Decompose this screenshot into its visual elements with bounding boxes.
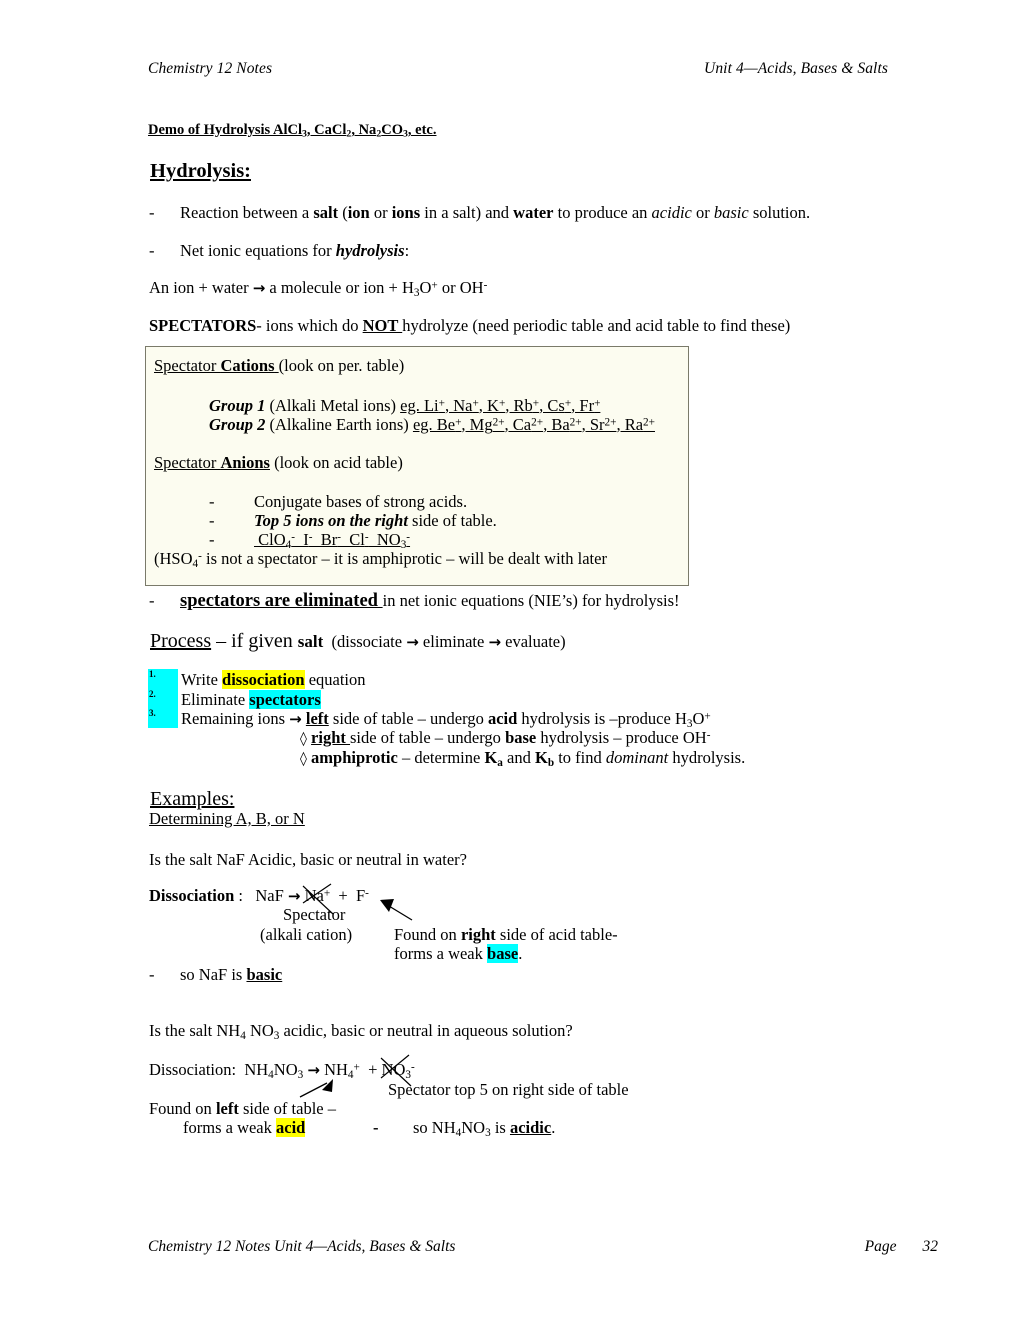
- diamond-icon: ◊: [300, 731, 307, 747]
- example-2-dissociation-line: Dissociation: NH4NO3 → NH4+ + NO3-: [149, 1060, 415, 1081]
- highlight-dissociation: dissociation: [222, 670, 305, 689]
- bullet-text: so NaF is basic: [180, 965, 283, 984]
- example-2-conclusion: so NH4NO3 is acidic.: [413, 1118, 556, 1139]
- demo-heading: Demo of Hydrolysis AlCl3, CaCl2, Na2CO3,…: [148, 122, 436, 139]
- step-item-2: 2. Eliminate spectators: [148, 688, 711, 710]
- hso4-note: (HSO4- is not a spectator – it is amphip…: [154, 549, 607, 570]
- highlight-acid: acid: [276, 1118, 306, 1137]
- pointer-line-f: [383, 902, 413, 921]
- pointer-head-nh4: [322, 1079, 333, 1092]
- footer-page-group: Page 32: [865, 1238, 938, 1256]
- anion-item-3: - ClO4- I- Br- Cl- NO3-: [209, 530, 411, 551]
- bullet-dash: -: [149, 591, 155, 610]
- group-1-line: Group 1 (Alkali Metal ions) eg. Li+, Na+…: [209, 396, 601, 415]
- highlight-base: base: [487, 944, 519, 963]
- diamond-icon: ◊: [300, 751, 307, 767]
- step-text: Write dissociation equation: [181, 670, 366, 689]
- pointer-line-nh4: [299, 1082, 328, 1098]
- anion-item-1: - Conjugate bases of strong acids.: [209, 492, 468, 511]
- example-1-dissociation-line: Dissociation : NaF → Na+ + F-: [149, 886, 369, 905]
- group-2-line: Group 2 (Alkaline Earth ions) eg. Be+, M…: [209, 415, 655, 434]
- example-2-forms-line: forms a weak acid: [183, 1118, 306, 1137]
- step-item-3: 3. Remaining ions → left side of table –…: [148, 708, 711, 730]
- net-ionic-general-equation: An ion + water → a molecule or ion + H3O…: [149, 278, 488, 299]
- process-steps-list: 1. Write dissociation equation 2. Elimin…: [148, 669, 711, 730]
- header-left-text: Chemistry 12 Notes: [148, 60, 273, 77]
- bullet-text: Net ionic equations for hydrolysis:: [180, 241, 410, 260]
- substep-amphiprotic: ◊ amphiprotic – determine Ka and Kb to f…: [300, 748, 746, 769]
- highlight-spectators: spectators: [249, 689, 321, 709]
- right-arrow-icon: →: [252, 279, 266, 297]
- example-1-spectator-annotation: Spectator: [283, 905, 346, 924]
- substep-right: ◊ right side of table – undergo base hyd…: [300, 728, 711, 747]
- step-text: Remaining ions → left side of table – un…: [181, 709, 711, 730]
- demo-heading-mid1: , CaCl: [306, 122, 347, 138]
- bullet-net-ionic-equations: - Net ionic equations for hydrolysis:: [149, 241, 409, 261]
- anion-item-2: - Top 5 ions on the right side of table.: [209, 511, 497, 530]
- step-item-1: 1. Write dissociation equation: [148, 669, 711, 690]
- section-title-hydrolysis: Hydrolysis:: [150, 160, 251, 182]
- pointer-head-f: [380, 899, 394, 912]
- step-number: 3.: [148, 708, 178, 728]
- spectator-anions-heading: Spectator Anions (look on acid table): [154, 453, 403, 472]
- page-header: Chemistry 12 Notes Unit 4—Acids, Bases &…: [148, 60, 888, 78]
- process-heading: Process – if given salt (dissociate → el…: [150, 630, 566, 652]
- demo-heading-suffix: , etc.: [407, 122, 437, 138]
- example-2-conclusion-dash: -: [373, 1118, 379, 1137]
- bullet-dash: -: [149, 203, 155, 222]
- spectators-definition-line: SPECTATORS- ions which do NOT hydrolyze …: [149, 316, 791, 335]
- example-1-found-line: Found on right side of acid table-: [394, 925, 618, 944]
- example-2-question: Is the salt NH4 NO3 acidic, basic or neu…: [149, 1021, 573, 1042]
- example-1-alkali-annotation: (alkali cation): [260, 925, 353, 944]
- demo-heading-mid2: , Na: [351, 122, 377, 138]
- demo-heading-mid3: CO: [381, 122, 403, 138]
- bullet-text: Reaction between a salt (ion or ions in …: [180, 203, 811, 222]
- examples-subtitle: Determining A, B, or N: [149, 809, 305, 828]
- dissociation-label: Dissociation: [149, 886, 235, 905]
- example-1-question: Is the salt NaF Acidic, basic or neutral…: [149, 850, 467, 869]
- example-1-forms-line: forms a weak base.: [394, 944, 523, 963]
- example-2-spectator-note: Spectator top 5 on right side of table: [388, 1080, 629, 1099]
- footer-page-number: 32: [922, 1238, 939, 1255]
- footer-page-label: Page: [864, 1238, 897, 1255]
- footer-left-text: Chemistry 12 Notes Unit 4—Acids, Bases &…: [148, 1238, 456, 1255]
- header-right-text: Unit 4—Acids, Bases & Salts: [704, 60, 888, 77]
- spectator-cations-heading: Spectator Cations (look on per. table): [154, 356, 405, 375]
- right-arrow-icon: →: [287, 887, 301, 905]
- right-arrow-icon: →: [307, 1061, 320, 1079]
- example-1-conclusion: - so NaF is basic: [149, 965, 282, 985]
- page-footer: Chemistry 12 Notes Unit 4—Acids, Bases &…: [148, 1238, 938, 1256]
- bullet-dash: -: [149, 241, 155, 260]
- demo-heading-prefix: Demo of Hydrolysis AlCl: [148, 122, 302, 138]
- bullet-text: spectators are eliminated in net ionic e…: [180, 591, 680, 611]
- bullet-spectators-eliminated: - spectators are eliminated in net ionic…: [149, 591, 680, 612]
- examples-heading: Examples:: [150, 788, 235, 810]
- bullet-dash: -: [149, 965, 155, 984]
- right-arrow-icon: →: [289, 710, 302, 728]
- step-text: Eliminate spectators: [181, 689, 321, 709]
- document-page: Chemistry 12 Notes Unit 4—Acids, Bases &…: [0, 0, 1020, 1320]
- step-number: 2.: [148, 688, 178, 708]
- bullet-reaction-definition: - Reaction between a salt (ion or ions i…: [149, 203, 810, 223]
- example-2-found-line: Found on left side of table –: [149, 1099, 336, 1118]
- spectator-info-box: Spectator Cations (look on per. table) G…: [145, 346, 689, 586]
- step-number: 1.: [148, 669, 178, 689]
